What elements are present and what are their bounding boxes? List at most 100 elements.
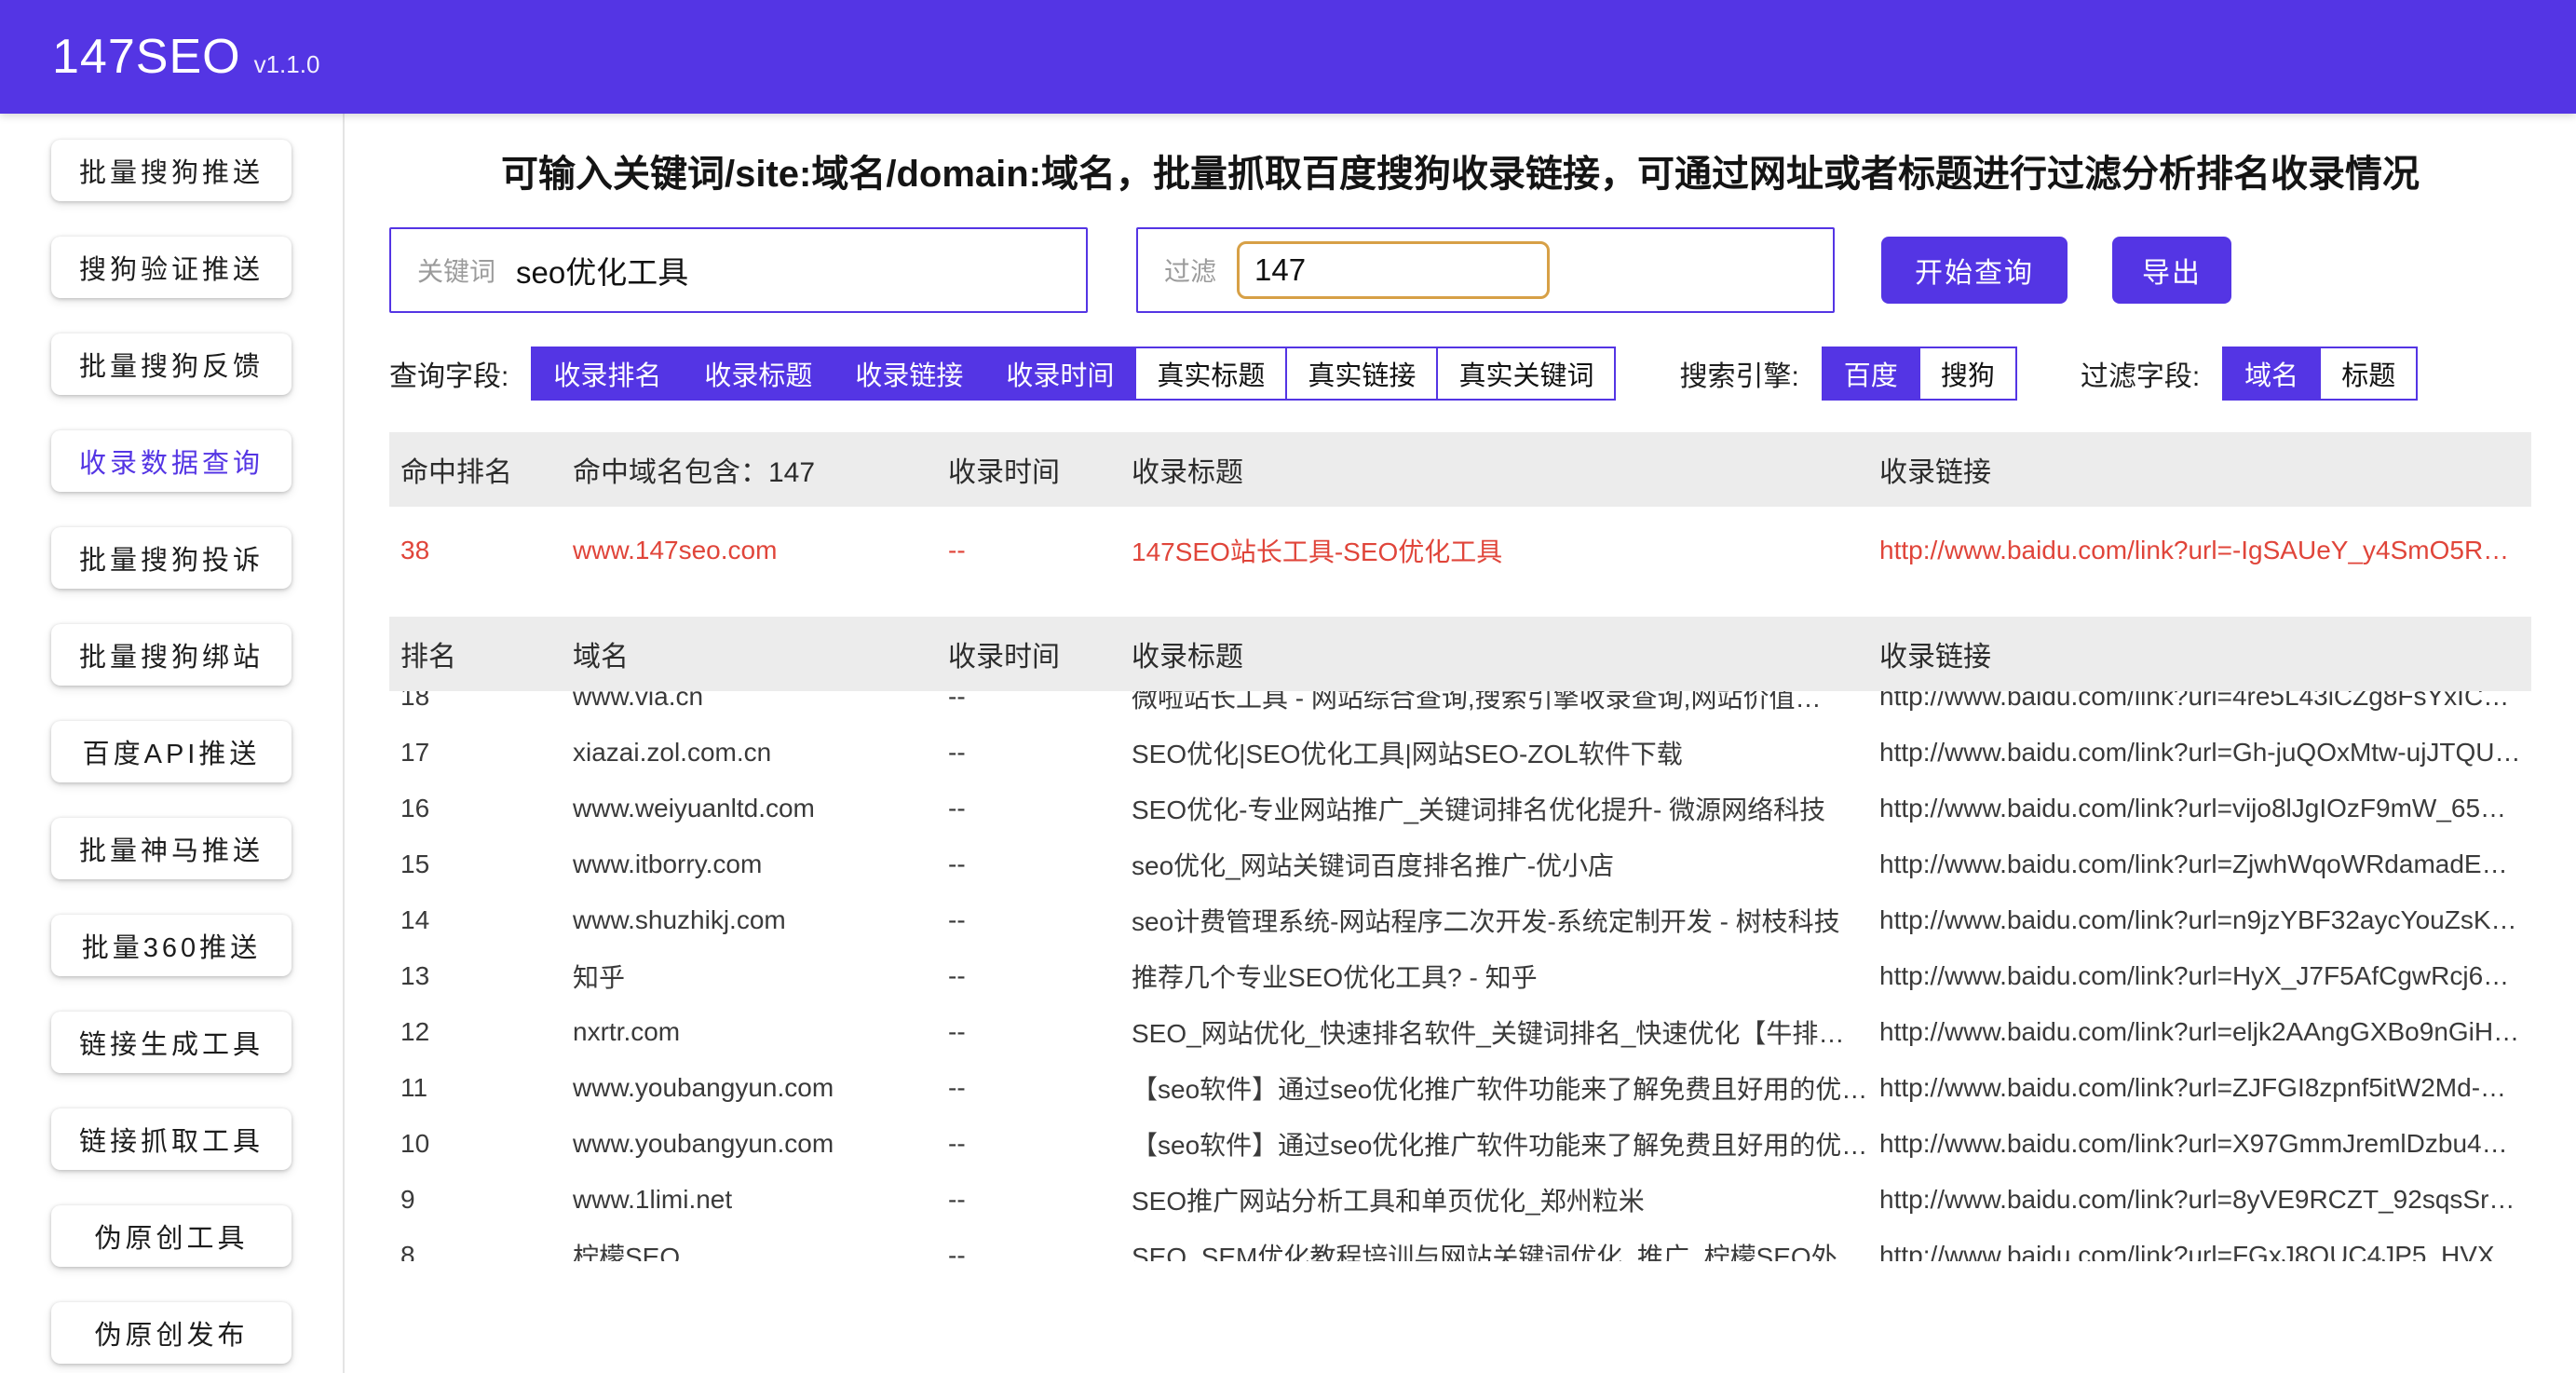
page-title: 可输入关键词/site:域名/domain:域名，批量抓取百度搜狗收录链接，可通… (389, 143, 2531, 197)
result-table-row: 11 www.youbangyun.com -- 【seo软件】通过seo优化推… (389, 1060, 2531, 1116)
query-row: 关键词 seo优化工具 过滤 147 开始查询 导出 (389, 227, 2531, 313)
result-link-cell[interactable]: http://www.baidu.com/link?url=FGxJ8QUC4J… (1879, 1241, 2531, 1261)
result-link-cell[interactable]: http://www.baidu.com/link?url=HyX_J7F5Af… (1879, 961, 2531, 991)
query-field-option[interactable]: 真实关键词 (1436, 347, 1616, 401)
result-domain-cell: 柠檬SEO (573, 1237, 948, 1261)
result-domain-cell: www.youbangyun.com (573, 1129, 948, 1159)
result-table: 排名 域名 收录时间 收录标题 收录链接 18 www.via.cn -- 微啦… (389, 617, 2531, 1261)
hit-column-domain: 命中域名包含：147 (573, 449, 948, 490)
query-field-option[interactable]: 收录链接 (833, 347, 985, 401)
hit-table: 命中排名 命中域名包含：147 收录时间 收录标题 收录链接 38 www.14… (389, 432, 2531, 594)
app-version: v1.1.0 (254, 50, 320, 78)
hit-title-cell: 147SEO站长工具-SEO优化工具 (1132, 532, 1879, 569)
hit-column-time: 收录时间 (948, 449, 1132, 490)
search-engine-option[interactable]: 百度 (1822, 347, 1920, 401)
sidebar-item[interactable]: 批量搜狗推送 (51, 140, 291, 201)
result-domain-cell: www.shuzhikj.com (573, 905, 948, 935)
result-time-cell: -- (948, 1129, 1132, 1159)
result-title-cell: 【seo软件】通过seo优化推广软件功能来了解免费且好用的优… (1132, 1125, 1879, 1162)
sidebar-item[interactable]: 批量搜狗绑站 (51, 624, 291, 686)
sidebar-item[interactable]: 批量搜狗反馈 (51, 333, 291, 395)
query-field-option-label: 收录标题 (704, 354, 812, 393)
result-link-cell[interactable]: http://www.baidu.com/link?url=ZJFGI8zpnf… (1879, 1073, 2531, 1103)
sidebar-item[interactable]: 搜狗验证推送 (51, 237, 291, 298)
sidebar-item-label: 搜狗验证推送 (79, 248, 264, 287)
result-link-cell[interactable]: http://www.baidu.com/link?url=vijo8lJgIO… (1879, 794, 2531, 823)
filter-field-option[interactable]: 标题 (2319, 347, 2418, 401)
sidebar-item[interactable]: 伪原创发布 (51, 1302, 291, 1364)
result-time-cell: -- (948, 850, 1132, 879)
main-panel: 可输入关键词/site:域名/domain:域名，批量抓取百度搜狗收录链接，可通… (345, 114, 2576, 1373)
result-domain-cell: nxrtr.com (573, 1017, 948, 1047)
result-time-cell: -- (948, 1073, 1132, 1103)
hit-link-cell[interactable]: http://www.baidu.com/link?url=-IgSAUeY_y… (1879, 536, 2531, 565)
result-domain-cell: xiazai.zol.com.cn (573, 738, 948, 768)
filter-input[interactable]: 147 (1237, 241, 1550, 299)
result-table-row: 10 www.youbangyun.com -- 【seo软件】通过seo优化推… (389, 1116, 2531, 1172)
sidebar-item[interactable]: 百度API推送 (51, 721, 291, 782)
sidebar-item[interactable]: 批量搜狗投诉 (51, 527, 291, 589)
result-table-row: 18 www.via.cn -- 微啦站长工具 - 网站综合查询,搜索引擎收录查… (389, 691, 2531, 725)
filter-field-option[interactable]: 域名 (2222, 347, 2321, 401)
result-rank-cell: 15 (389, 850, 573, 879)
result-link-cell[interactable]: http://www.baidu.com/link?url=X97GmmJrem… (1879, 1129, 2531, 1159)
hit-column-title: 收录标题 (1132, 449, 1879, 490)
result-link-cell[interactable]: http://www.baidu.com/link?url=n9jzYBF32a… (1879, 905, 2531, 935)
sidebar-item-label: 批量神马推送 (79, 829, 264, 868)
result-title-cell: 推荐几个专业SEO优化工具? - 知乎 (1132, 958, 1879, 995)
sidebar-item[interactable]: 批量360推送 (51, 915, 291, 976)
result-table-row: 8 柠檬SEO -- SEO_SEM优化教程培训与网站关键词优化_推广_柠檬SE… (389, 1228, 2531, 1261)
result-time-cell: -- (948, 1241, 1132, 1261)
result-title-cell: 微啦站长工具 - 网站综合查询,搜索引擎收录查询,网站价值… (1132, 691, 1879, 715)
result-title-cell: SEO推广网站分析工具和单页优化_郑州粒米 (1132, 1181, 1879, 1218)
sidebar-item[interactable]: 收录数据查询 (51, 430, 291, 492)
query-field-option[interactable]: 收录排名 (531, 347, 684, 401)
sidebar-item[interactable]: 批量神马推送 (51, 818, 291, 879)
query-field-option-label: 收录排名 (553, 354, 661, 393)
result-link-cell[interactable]: http://www.baidu.com/link?url=eljk2AAngG… (1879, 1017, 2531, 1047)
result-rank-cell: 13 (389, 961, 573, 991)
filter-field-option-label: 域名 (2244, 354, 2298, 393)
keyword-input-label: 关键词 (417, 251, 495, 289)
result-domain-cell: www.itborry.com (573, 850, 948, 879)
result-link-cell[interactable]: http://www.baidu.com/link?url=ZjwhWqoWRd… (1879, 850, 2531, 879)
export-button[interactable]: 导出 (2112, 237, 2231, 304)
sidebar-item-label: 批量搜狗投诉 (79, 538, 264, 578)
hit-time-cell: -- (948, 536, 1132, 565)
result-title-cell: SEO_网站优化_快速排名软件_关键词排名_快速优化【牛排系… (1132, 1013, 1879, 1051)
query-fields-group: 收录排名 收录标题 收录链接 收录时间 真实标题 (533, 347, 1616, 401)
result-title-cell: seo计费管理系统-网站程序二次开发-系统定制开发 - 树枝科技 (1132, 902, 1879, 939)
hit-column-link: 收录链接 (1879, 449, 2531, 490)
hit-rank-cell: 38 (389, 536, 573, 565)
sidebar-item[interactable]: 链接抓取工具 (51, 1108, 291, 1170)
result-column-title: 收录标题 (1132, 633, 1879, 674)
result-table-row: 12 nxrtr.com -- SEO_网站优化_快速排名软件_关键词排名_快速… (389, 1004, 2531, 1060)
result-time-cell: -- (948, 691, 1132, 712)
result-table-viewport[interactable]: 18 www.via.cn -- 微啦站长工具 - 网站综合查询,搜索引擎收录查… (389, 691, 2531, 1261)
start-query-button[interactable]: 开始查询 (1881, 237, 2068, 304)
search-engine-option[interactable]: 搜狗 (1918, 347, 2017, 401)
result-link-cell[interactable]: http://www.baidu.com/link?url=Gh-juQOxMt… (1879, 738, 2531, 768)
result-link-cell[interactable]: http://www.baidu.com/link?url=4re5L43iCZ… (1879, 691, 2531, 712)
query-field-option[interactable]: 收录标题 (682, 347, 834, 401)
filter-input-group: 过滤 147 (1136, 227, 1835, 313)
result-table-row: 15 www.itborry.com -- seo优化_网站关键词百度排名推广-… (389, 836, 2531, 892)
result-domain-cell: www.1limi.net (573, 1185, 948, 1215)
query-field-option[interactable]: 真实链接 (1285, 347, 1438, 401)
app-name: 147SEO (52, 30, 241, 84)
search-engine-option-label: 百度 (1844, 354, 1898, 393)
sidebar-item[interactable]: 伪原创工具 (51, 1205, 291, 1267)
result-time-cell: -- (948, 961, 1132, 991)
query-field-option[interactable]: 收录时间 (983, 347, 1136, 401)
query-field-option-label: 真实标题 (1157, 354, 1265, 393)
result-link-cell[interactable]: http://www.baidu.com/link?url=8yVE9RCZT_… (1879, 1185, 2531, 1215)
hit-domain-cell: www.147seo.com (573, 536, 948, 565)
filter-input-value: 147 (1254, 252, 1306, 288)
result-time-cell: -- (948, 1185, 1132, 1215)
sidebar-item-label: 收录数据查询 (79, 442, 264, 481)
sidebar-item[interactable]: 链接生成工具 (51, 1012, 291, 1073)
result-table-row: 16 www.weiyuanltd.com -- SEO优化-专业网站推广_关键… (389, 781, 2531, 836)
query-field-option[interactable]: 真实标题 (1134, 347, 1287, 401)
keyword-input[interactable]: 关键词 seo优化工具 (389, 227, 1088, 313)
search-engine-group: 百度 搜狗 (1824, 347, 2017, 401)
